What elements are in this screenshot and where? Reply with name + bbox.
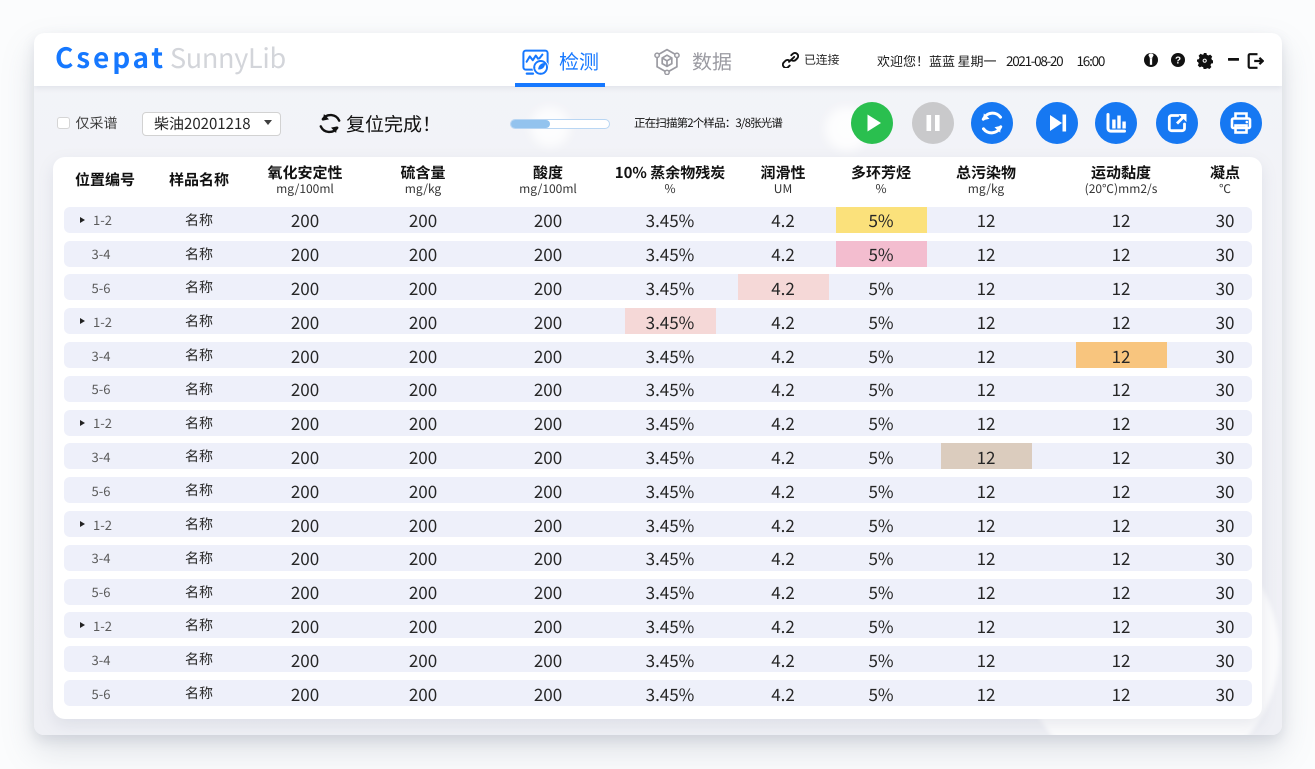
svg-text:?: ? [1175, 56, 1181, 67]
